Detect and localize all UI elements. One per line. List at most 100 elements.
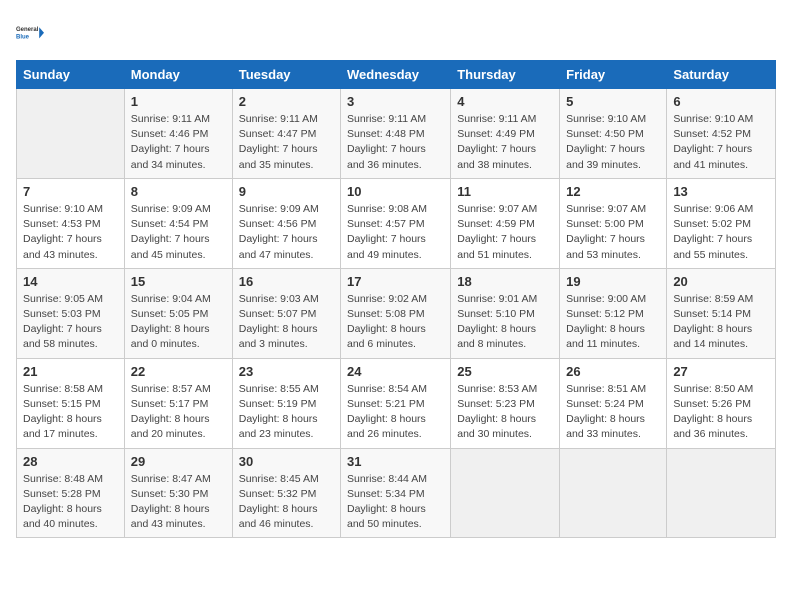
calendar-day-cell: 27Sunrise: 8:50 AMSunset: 5:26 PMDayligh… [667,358,776,448]
day-info: Sunrise: 8:47 AMSunset: 5:30 PMDaylight:… [131,472,226,533]
day-info: Sunrise: 9:04 AMSunset: 5:05 PMDaylight:… [131,292,226,353]
day-number: 30 [239,454,334,469]
weekday-header: Wednesday [341,61,451,89]
calendar-day-cell: 20 Sunrise: 8:59 AMSunset: 5:14 PMDayligh… [667,268,776,358]
calendar-day-cell [17,89,125,179]
day-info: Sunrise: 8:58 AMSunset: 5:15 PMDaylight:… [23,382,118,443]
weekday-header: Thursday [451,61,560,89]
day-number: 16 [239,274,334,289]
calendar-day-cell: 14Sunrise: 9:05 AMSunset: 5:03 PMDayligh… [17,268,125,358]
day-number: 28 [23,454,118,469]
calendar-week-row: 21 Sunrise: 8:58 AMSunset: 5:15 PMDayligh… [17,358,776,448]
page-header: GeneralBlue [16,16,776,48]
day-number: 4 [457,94,553,109]
logo-icon: GeneralBlue [16,16,48,48]
calendar-day-cell: 18 Sunrise: 9:01 AMSunset: 5:10 PMDayligh… [451,268,560,358]
calendar-day-cell: 28 Sunrise: 8:48 AMSunset: 5:28 PMDayligh… [17,448,125,538]
day-info: Sunrise: 8:51 AMSunset: 5:24 PMDaylight:… [566,382,660,443]
weekday-header: Monday [124,61,232,89]
day-number: 11 [457,184,553,199]
calendar-day-cell: 4Sunrise: 9:11 AMSunset: 4:49 PMDaylight… [451,89,560,179]
day-info: Sunrise: 9:10 AMSunset: 4:52 PMDaylight:… [673,112,769,173]
day-number: 31 [347,454,444,469]
calendar-day-cell: 3 Sunrise: 9:11 AMSunset: 4:48 PMDaylight… [341,89,451,179]
day-info: Sunrise: 9:09 AMSunset: 4:54 PMDaylight:… [131,202,226,263]
calendar-week-row: 1Sunrise: 9:11 AMSunset: 4:46 PMDaylight… [17,89,776,179]
day-info: Sunrise: 8:57 AMSunset: 5:17 PMDaylight:… [131,382,226,443]
day-number: 24 [347,364,444,379]
day-info: Sunrise: 8:55 AMSunset: 5:19 PMDaylight:… [239,382,334,443]
day-number: 2 [239,94,334,109]
calendar-day-cell: 30 Sunrise: 8:45 AMSunset: 5:32 PMDayligh… [232,448,340,538]
day-info: Sunrise: 9:07 AMSunset: 4:59 PMDaylight:… [457,202,553,263]
calendar-day-cell: 31 Sunrise: 8:44 AMSunset: 5:34 PMDayligh… [341,448,451,538]
day-number: 22 [131,364,226,379]
day-number: 13 [673,184,769,199]
calendar-day-cell: 10 Sunrise: 9:08 AMSunset: 4:57 PMDayligh… [341,178,451,268]
weekday-header: Saturday [667,61,776,89]
day-info: Sunrise: 9:10 AMSunset: 4:53 PMDaylight:… [23,202,118,263]
calendar-day-cell: 11 Sunrise: 9:07 AMSunset: 4:59 PMDayligh… [451,178,560,268]
calendar-week-row: 28 Sunrise: 8:48 AMSunset: 5:28 PMDayligh… [17,448,776,538]
calendar-week-row: 14Sunrise: 9:05 AMSunset: 5:03 PMDayligh… [17,268,776,358]
calendar-day-cell: 17 Sunrise: 9:02 AMSunset: 5:08 PMDayligh… [341,268,451,358]
svg-text:General: General [16,27,39,33]
day-number: 6 [673,94,769,109]
day-number: 19 [566,274,660,289]
calendar-day-cell: 5Sunrise: 9:10 AMSunset: 4:50 PMDaylight… [560,89,667,179]
calendar-day-cell: 22 Sunrise: 8:57 AMSunset: 5:17 PMDayligh… [124,358,232,448]
day-info: Sunrise: 9:11 AMSunset: 4:47 PMDaylight:… [239,112,334,173]
day-info: Sunrise: 8:45 AMSunset: 5:32 PMDaylight:… [239,472,334,533]
svg-text:Blue: Blue [16,34,30,40]
day-number: 14 [23,274,118,289]
weekday-header: Friday [560,61,667,89]
day-number: 10 [347,184,444,199]
weekday-header: Tuesday [232,61,340,89]
day-number: 1 [131,94,226,109]
calendar-day-cell: 2 Sunrise: 9:11 AMSunset: 4:47 PMDaylight… [232,89,340,179]
calendar-day-cell: 12Sunrise: 9:07 AMSunset: 5:00 PMDayligh… [560,178,667,268]
calendar-day-cell: 13 Sunrise: 9:06 AMSunset: 5:02 PMDayligh… [667,178,776,268]
day-info: Sunrise: 9:01 AMSunset: 5:10 PMDaylight:… [457,292,553,353]
calendar-day-cell: 24 Sunrise: 8:54 AMSunset: 5:21 PMDayligh… [341,358,451,448]
calendar-day-cell: 23 Sunrise: 8:55 AMSunset: 5:19 PMDayligh… [232,358,340,448]
day-info: Sunrise: 8:48 AMSunset: 5:28 PMDaylight:… [23,472,118,533]
day-number: 9 [239,184,334,199]
day-number: 21 [23,364,118,379]
day-info: Sunrise: 8:59 AMSunset: 5:14 PMDaylight:… [673,292,769,353]
calendar-day-cell: 7 Sunrise: 9:10 AMSunset: 4:53 PMDaylight… [17,178,125,268]
calendar-day-cell [667,448,776,538]
day-info: Sunrise: 9:10 AMSunset: 4:50 PMDaylight:… [566,112,660,173]
day-number: 20 [673,274,769,289]
day-number: 17 [347,274,444,289]
calendar-day-cell: 16 Sunrise: 9:03 AMSunset: 5:07 PMDayligh… [232,268,340,358]
calendar-day-cell: 21 Sunrise: 8:58 AMSunset: 5:15 PMDayligh… [17,358,125,448]
day-info: Sunrise: 9:09 AMSunset: 4:56 PMDaylight:… [239,202,334,263]
weekday-header: Sunday [17,61,125,89]
day-info: Sunrise: 9:02 AMSunset: 5:08 PMDaylight:… [347,292,444,353]
calendar-day-cell: 9 Sunrise: 9:09 AMSunset: 4:56 PMDaylight… [232,178,340,268]
calendar-day-cell [560,448,667,538]
calendar-day-cell [451,448,560,538]
calendar-header-row: SundayMondayTuesdayWednesdayThursdayFrid… [17,61,776,89]
day-number: 23 [239,364,334,379]
day-info: Sunrise: 9:07 AMSunset: 5:00 PMDaylight:… [566,202,660,263]
day-info: Sunrise: 8:44 AMSunset: 5:34 PMDaylight:… [347,472,444,533]
day-info: Sunrise: 9:00 AMSunset: 5:12 PMDaylight:… [566,292,660,353]
day-info: Sunrise: 9:08 AMSunset: 4:57 PMDaylight:… [347,202,444,263]
day-number: 3 [347,94,444,109]
day-info: Sunrise: 8:53 AMSunset: 5:23 PMDaylight:… [457,382,553,443]
day-number: 7 [23,184,118,199]
day-info: Sunrise: 9:03 AMSunset: 5:07 PMDaylight:… [239,292,334,353]
logo: GeneralBlue [16,16,48,48]
calendar-day-cell: 25Sunrise: 8:53 AMSunset: 5:23 PMDayligh… [451,358,560,448]
calendar-day-cell: 19 Sunrise: 9:00 AMSunset: 5:12 PMDayligh… [560,268,667,358]
calendar-day-cell: 1Sunrise: 9:11 AMSunset: 4:46 PMDaylight… [124,89,232,179]
calendar-day-cell: 15Sunrise: 9:04 AMSunset: 5:05 PMDayligh… [124,268,232,358]
day-number: 18 [457,274,553,289]
day-info: Sunrise: 9:11 AMSunset: 4:48 PMDaylight:… [347,112,444,173]
day-info: Sunrise: 8:54 AMSunset: 5:21 PMDaylight:… [347,382,444,443]
day-info: Sunrise: 9:06 AMSunset: 5:02 PMDaylight:… [673,202,769,263]
calendar-day-cell: 26Sunrise: 8:51 AMSunset: 5:24 PMDayligh… [560,358,667,448]
calendar-day-cell: 8Sunrise: 9:09 AMSunset: 4:54 PMDaylight… [124,178,232,268]
